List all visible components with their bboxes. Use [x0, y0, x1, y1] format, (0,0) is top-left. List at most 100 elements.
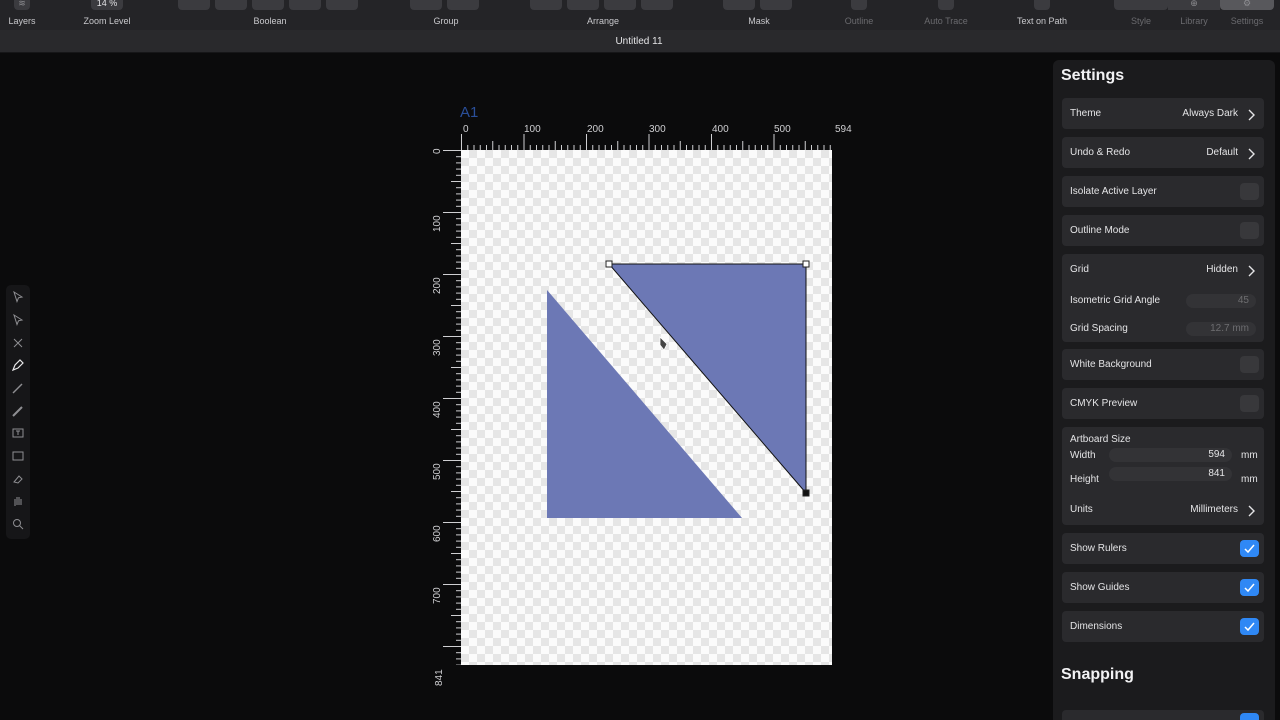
show-rulers-checkbox[interactable] — [1240, 540, 1259, 557]
artboard-size-label: Artboard Size — [1070, 434, 1131, 445]
isolate-layer-checkbox[interactable] — [1240, 183, 1259, 200]
bring-forward-icon[interactable] — [567, 0, 599, 10]
outline-button[interactable]: Outline — [838, 0, 880, 30]
vruler-label: 700 — [432, 587, 443, 604]
cmyk-preview-row: CMYK Preview — [1062, 388, 1264, 419]
grid-value[interactable]: Hidden — [1206, 264, 1238, 275]
dimensions-label: Dimensions — [1070, 621, 1123, 632]
height-unit: mm — [1241, 474, 1258, 485]
checkmark-icon — [1244, 622, 1255, 632]
settings-tab[interactable]: ⚙ Settings — [1220, 0, 1274, 30]
divide-icon[interactable] — [326, 0, 358, 10]
isometric-grid-angle-input[interactable]: 45 — [1186, 294, 1256, 308]
boolean-group: Boolean — [178, 0, 362, 30]
settings-heading: Settings — [1061, 67, 1125, 84]
style-tab[interactable]: Style — [1114, 0, 1168, 30]
vruler-label: 500 — [432, 463, 443, 480]
pen-tool-icon[interactable] — [10, 357, 26, 373]
isometric-grid-angle-label: Isometric Grid Angle — [1070, 295, 1161, 306]
document-title: Untitled 11 — [615, 36, 663, 47]
eraser-tool-icon[interactable] — [10, 471, 26, 487]
arrange-label: Arrange — [586, 16, 620, 26]
settings-label: Settings — [1230, 16, 1264, 26]
outline-mode-row: Outline Mode — [1062, 215, 1264, 246]
scissors-tool-icon[interactable] — [10, 335, 26, 351]
ungroup-icon[interactable] — [447, 0, 479, 10]
undo-redo-label: Undo & Redo — [1070, 147, 1131, 158]
outline-label: Outline — [844, 16, 874, 26]
theme-row[interactable]: Theme Always Dark — [1062, 98, 1264, 129]
show-guides-checkbox[interactable] — [1240, 579, 1259, 596]
chevron-right-icon[interactable] — [1246, 504, 1256, 517]
vruler-label: 600 — [432, 525, 443, 542]
cmyk-preview-checkbox[interactable] — [1240, 395, 1259, 412]
group-label: Group — [433, 16, 459, 26]
units-value[interactable]: Millimeters — [1190, 504, 1238, 515]
vruler-label: 300 — [432, 339, 443, 356]
auto-trace-button[interactable]: Auto Trace — [918, 0, 974, 30]
mask-label: Mask — [748, 16, 770, 26]
pencil-tool-icon[interactable] — [10, 380, 26, 396]
grid-spacing-input[interactable]: 12.7 mm — [1186, 322, 1256, 336]
white-background-checkbox[interactable] — [1240, 356, 1259, 373]
library-icon: ⊕ — [1168, 0, 1220, 10]
smart-guides-row — [1062, 710, 1264, 720]
exclude-icon[interactable] — [289, 0, 321, 10]
selection-tool-icon[interactable] — [10, 289, 26, 305]
vruler-label: 841 — [434, 669, 445, 686]
undo-redo-row[interactable]: Undo & Redo Default — [1062, 137, 1264, 168]
white-background-label: White Background — [1070, 359, 1152, 370]
dimensions-checkbox[interactable] — [1240, 618, 1259, 635]
hruler-label: 400 — [712, 124, 729, 135]
zoom-value[interactable]: 14 % — [91, 0, 123, 10]
text-on-path-icon — [1034, 0, 1050, 10]
chevron-right-icon[interactable] — [1246, 264, 1256, 277]
zoom-level-control[interactable]: 14 % Zoom Level — [82, 0, 132, 30]
vruler-label: 0 — [432, 148, 443, 154]
tool-palette — [6, 285, 30, 539]
artboard-name[interactable]: A1 — [460, 104, 478, 121]
send-to-back-icon[interactable] — [641, 0, 673, 10]
height-input[interactable]: 841 — [1109, 467, 1232, 481]
width-unit: mm — [1241, 450, 1258, 461]
units-label: Units — [1070, 504, 1093, 515]
unmask-icon[interactable] — [760, 0, 792, 10]
show-guides-row: Show Guides — [1062, 572, 1264, 603]
height-label: Height — [1070, 474, 1099, 485]
brush-tool-icon[interactable] — [10, 403, 26, 419]
title-bar: Untitled 11 — [0, 30, 1280, 53]
bring-to-front-icon[interactable] — [530, 0, 562, 10]
smart-guides-checkbox[interactable] — [1240, 713, 1259, 720]
checkmark-icon — [1244, 544, 1255, 554]
width-input[interactable]: 594 — [1109, 448, 1232, 462]
zoom-tool-icon[interactable] — [10, 516, 26, 532]
hruler-label: 500 — [774, 124, 791, 135]
rectangle-tool-icon[interactable] — [10, 448, 26, 464]
library-tab[interactable]: ⊕ Library — [1168, 0, 1220, 30]
node-tool-icon[interactable] — [10, 312, 26, 328]
hand-tool-icon[interactable] — [10, 493, 26, 509]
subtract-icon[interactable] — [215, 0, 247, 10]
artboard[interactable] — [461, 150, 832, 665]
union-icon[interactable] — [178, 0, 210, 10]
vertical-ruler[interactable]: 0 100 200 300 400 500 600 700 — [432, 148, 461, 665]
show-guides-label: Show Guides — [1070, 582, 1130, 593]
boolean-label: Boolean — [253, 16, 287, 26]
group-icon[interactable] — [410, 0, 442, 10]
text-on-path-button[interactable]: Text on Path — [1012, 0, 1072, 30]
settings-panel: Settings Theme Always Dark Undo & Redo D… — [1053, 60, 1275, 720]
hruler-label: 0 — [463, 124, 469, 135]
mask-icon[interactable] — [723, 0, 755, 10]
layers-button[interactable]: ≋ Layers — [4, 0, 40, 30]
group-group: Group — [410, 0, 482, 30]
white-background-row: White Background — [1062, 349, 1264, 380]
horizontal-ruler[interactable]: 0 100 200 300 400 500 594 — [461, 124, 852, 150]
hruler-label: 200 — [587, 124, 604, 135]
intersect-icon[interactable] — [252, 0, 284, 10]
outline-mode-checkbox[interactable] — [1240, 222, 1259, 239]
isolate-layer-label: Isolate Active Layer — [1070, 186, 1157, 197]
text-on-path-label: Text on Path — [1016, 16, 1068, 26]
text-tool-icon[interactable] — [10, 425, 26, 441]
gear-icon: ⚙ — [1220, 0, 1274, 10]
send-backward-icon[interactable] — [604, 0, 636, 10]
